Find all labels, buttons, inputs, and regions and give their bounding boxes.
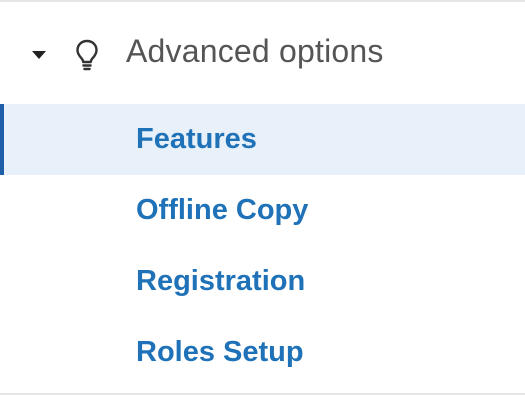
advanced-options-nav: Features Offline Copy Registration Roles… xyxy=(0,104,525,388)
nav-item-label[interactable]: Registration xyxy=(136,265,305,298)
advanced-options-header[interactable]: Advanced options xyxy=(0,20,525,86)
lightbulb-icon xyxy=(76,39,98,71)
nav-item-roles-setup[interactable]: Roles Setup xyxy=(0,317,525,388)
advanced-options-panel: Advanced options Features Offline Copy R… xyxy=(0,0,525,395)
nav-item-label[interactable]: Features xyxy=(136,123,257,156)
nav-item-label[interactable]: Offline Copy xyxy=(136,194,308,227)
nav-item-label[interactable]: Roles Setup xyxy=(136,336,304,369)
nav-item-offline-copy[interactable]: Offline Copy xyxy=(0,175,525,246)
nav-item-features[interactable]: Features xyxy=(0,104,525,175)
section-title: Advanced options xyxy=(126,33,384,69)
nav-item-registration[interactable]: Registration xyxy=(0,246,525,317)
caret-down-icon[interactable] xyxy=(32,51,46,59)
